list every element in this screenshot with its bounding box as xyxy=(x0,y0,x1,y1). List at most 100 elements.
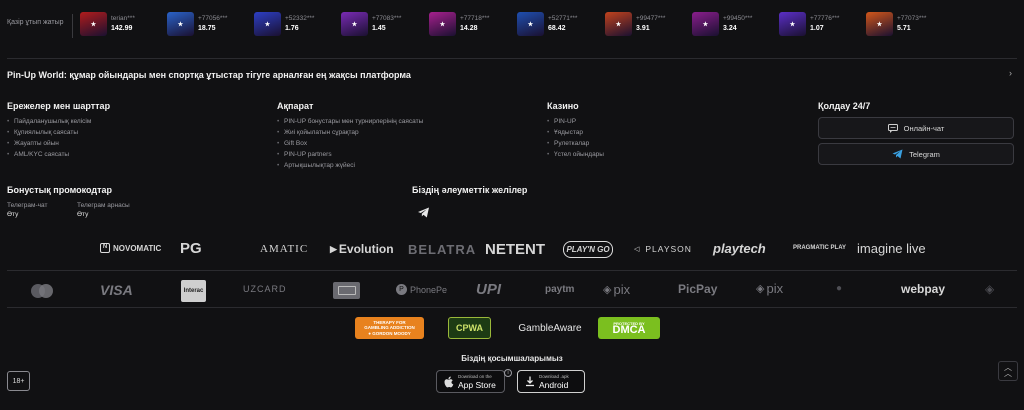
providers-row: N NOVOMATIC PG AMATIC ▶ Evolution BELATRA… xyxy=(0,240,1024,260)
rules-link[interactable]: Жауапты ойын xyxy=(7,138,110,149)
dmca-badge[interactable]: PROTECTED BY DMCA xyxy=(598,317,660,339)
winner-item[interactable]: ★ +52771*** 68.42 xyxy=(517,12,577,36)
winner-item[interactable]: ★ +77718*** 14.28 xyxy=(429,12,489,36)
rules-link[interactable]: Құпиялылық саясаты xyxy=(7,127,110,138)
winner-item[interactable]: ★ +52332*** 1.76 xyxy=(254,12,314,36)
provider-logo[interactable]: N NOVOMATIC xyxy=(100,243,161,253)
provider-logo[interactable]: PLAY'N GO xyxy=(563,241,613,258)
payment-logo-faded[interactable]: ● xyxy=(836,283,842,294)
payment-logo[interactable]: ◈ pix xyxy=(756,281,783,296)
game-thumbnail[interactable]: ★ xyxy=(167,12,194,36)
winner-item[interactable]: ★ +99477*** 3.91 xyxy=(605,12,665,36)
rules-title: Ережелер мен шарттар xyxy=(7,101,111,111)
payment-logo[interactable]: paytm xyxy=(545,284,574,295)
provider-logo[interactable]: BELATRA xyxy=(408,242,476,257)
winner-user: +77776*** xyxy=(810,15,840,22)
casino-title: Казино xyxy=(547,101,579,111)
telegram-button[interactable]: Telegram xyxy=(818,143,1014,165)
promo-item-action[interactable]: Өту xyxy=(77,210,130,219)
casino-link[interactable]: Рулеткалар xyxy=(547,138,604,149)
info-list: PIN-UP бонустары мен турнирлерінің саяса… xyxy=(277,116,423,171)
info-column: Ақпарат PIN-UP бонустары мен турнирлерін… xyxy=(277,101,423,171)
evolution-icon: ▶ xyxy=(330,243,337,254)
cpwa-badge[interactable]: CPWA xyxy=(448,317,491,339)
winner-user: +52771*** xyxy=(548,15,578,22)
casino-link[interactable]: PIN-UP xyxy=(547,116,604,127)
info-title: Ақпарат xyxy=(277,101,314,111)
payment-logo[interactable]: Interac xyxy=(181,280,206,302)
payment-logo[interactable]: ◈ pix xyxy=(603,282,630,297)
card-icon[interactable] xyxy=(333,282,360,299)
winner-info: +77073*** 5.71 xyxy=(897,14,926,34)
rules-link[interactable]: Пайдаланушылық келісім xyxy=(7,116,110,127)
android-button[interactable]: Download .apk Android xyxy=(517,370,585,393)
game-thumbnail[interactable]: ★ xyxy=(341,12,368,36)
gordon-moody-badge[interactable]: THERAPY FOR GAMBLING ADDICTION ● GORDON … xyxy=(355,317,424,339)
info-link[interactable]: Жиі қойылатын сұрақтар xyxy=(277,127,423,138)
winner-item[interactable]: ★ terian*** 142.99 xyxy=(80,12,135,36)
info-link[interactable]: PIN-UP partners xyxy=(277,149,423,160)
info-link[interactable]: PIN-UP бонустары мен турнирлерінің саяса… xyxy=(277,116,423,127)
rules-link[interactable]: AML/KYC саясаты xyxy=(7,149,110,160)
game-thumbnail[interactable]: ★ xyxy=(692,12,719,36)
promo-telegram-channel[interactable]: Телеграм арнасы Өту xyxy=(77,201,130,219)
provider-logo[interactable]: imagine live xyxy=(857,241,926,256)
info-link[interactable]: Gift Box xyxy=(277,138,423,149)
provider-logo[interactable]: PRAGMATIC PLAY xyxy=(793,245,846,251)
section-divider xyxy=(7,58,1017,59)
winner-item[interactable]: ★ +99450*** 3.24 xyxy=(692,12,752,36)
double-chevron-up-icon: ︿ ︿ xyxy=(1004,363,1012,378)
payment-logo[interactable]: UPI xyxy=(476,281,501,298)
winner-amount: 1.76 xyxy=(285,25,299,32)
game-thumbnail[interactable]: ★ xyxy=(254,12,281,36)
promo-item-action[interactable]: Өту xyxy=(7,210,47,219)
promo-telegram-chat[interactable]: Телеграм-чат Өту xyxy=(7,201,47,219)
winner-amount: 142.99 xyxy=(111,25,133,32)
provider-logo[interactable]: ▶ Evolution xyxy=(330,242,394,256)
game-thumbnail[interactable]: ★ xyxy=(517,12,544,36)
provider-logo[interactable]: playtech xyxy=(713,241,766,256)
winner-info: +52332*** 1.76 xyxy=(285,14,314,34)
winner-amount: 68.42 xyxy=(548,25,566,32)
payment-logo[interactable]: UZCARD xyxy=(243,284,287,294)
payment-logo-faded[interactable]: ◈ xyxy=(985,282,994,296)
winner-item[interactable]: ★ +77073*** 5.71 xyxy=(866,12,926,36)
payment-logo[interactable]: PicPay xyxy=(678,282,717,296)
telegram-social-icon[interactable] xyxy=(417,207,430,218)
mastercard-icon[interactable] xyxy=(29,283,55,299)
winner-item[interactable]: ★ +77083*** 1.45 xyxy=(341,12,401,36)
info-link[interactable]: Артықшылықтар жүйесі xyxy=(277,160,423,171)
winner-amount: 3.91 xyxy=(636,25,650,32)
casino-link[interactable]: Ұядыстар xyxy=(547,127,604,138)
game-thumbnail[interactable]: ★ xyxy=(605,12,632,36)
game-thumbnail[interactable]: ★ xyxy=(429,12,456,36)
chevron-right-icon[interactable]: › xyxy=(1009,68,1012,78)
payment-logo[interactable]: webpay xyxy=(901,282,945,296)
payment-logo[interactable]: P PhonePe xyxy=(396,284,447,295)
winner-user: +77056*** xyxy=(198,15,228,22)
winner-user: +99450*** xyxy=(723,15,753,22)
promo-item-label: Телеграм арнасы xyxy=(77,202,130,209)
social-title: Біздің әлеуметтік желілер xyxy=(412,185,528,195)
app-store-button[interactable]: Download on the App Store xyxy=(436,370,505,393)
gambleaware-badge[interactable]: GambleAware xyxy=(515,317,585,339)
winner-amount: 1.07 xyxy=(810,25,824,32)
scroll-to-top-button[interactable]: ︿ ︿ xyxy=(998,361,1018,381)
android-small-label: Download .apk xyxy=(539,373,569,379)
provider-logo[interactable]: AMATIC xyxy=(260,243,308,255)
casino-link[interactable]: Үстел ойындары xyxy=(547,149,604,160)
page-headline[interactable]: Pin-Up World: құмар ойындары мен спортқа… xyxy=(7,70,411,80)
casino-list: PIN-UP Ұядыстар Рулеткалар Үстел ойындар… xyxy=(547,116,604,160)
provider-logo[interactable]: PG xyxy=(180,240,202,257)
provider-logo[interactable]: ◁ PLAYSON xyxy=(634,244,692,254)
online-chat-button[interactable]: Онлайн-чат xyxy=(818,117,1014,139)
game-thumbnail[interactable]: ★ xyxy=(80,12,107,36)
game-thumbnail[interactable]: ★ xyxy=(779,12,806,36)
payment-logo[interactable]: VISA xyxy=(100,282,133,298)
winner-item[interactable]: ★ +77056*** 18.75 xyxy=(167,12,227,36)
provider-logo[interactable]: NETENT xyxy=(485,241,545,258)
info-icon[interactable]: i xyxy=(504,369,512,377)
winner-item[interactable]: ★ +77776*** 1.07 xyxy=(779,12,839,36)
winner-user: +77083*** xyxy=(372,15,402,22)
game-thumbnail[interactable]: ★ xyxy=(866,12,893,36)
